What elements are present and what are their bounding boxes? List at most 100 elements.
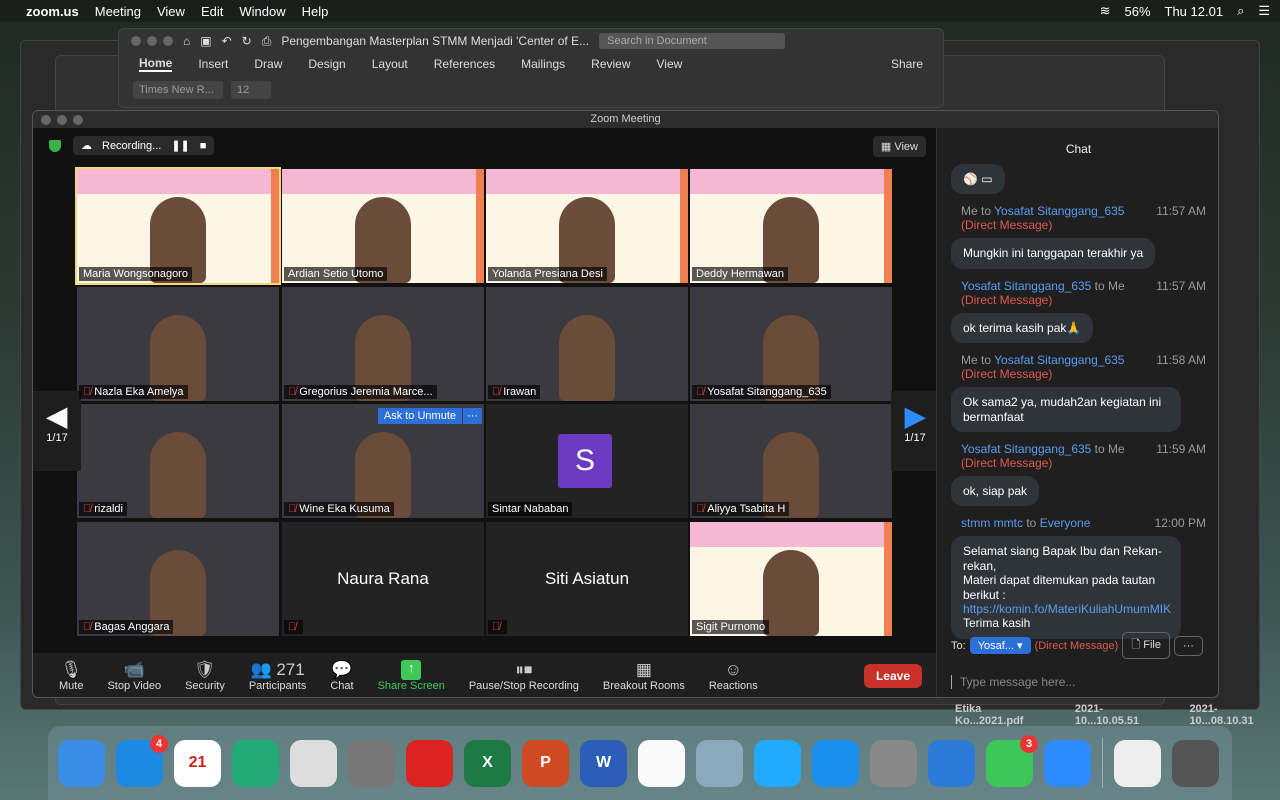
dock-photos-icon[interactable]	[638, 739, 685, 787]
desktop-file[interactable]: 2021-10...10.05.51	[1075, 703, 1166, 727]
pause-stop-recording-icon: ⏸⏹	[515, 660, 533, 679]
recipient-dropdown[interactable]: Yosaf... ▾	[969, 637, 1031, 654]
menu-edit[interactable]: Edit	[201, 4, 223, 19]
window-controls[interactable]	[41, 115, 83, 125]
chat-message: Me to Yosafat Sitanggang_635 11:58 AM (Dir…	[937, 353, 1218, 432]
leave-button[interactable]: Leave	[863, 664, 922, 688]
dock-app-store-icon[interactable]: 4	[116, 734, 168, 787]
dock-safari-icon[interactable]	[812, 739, 859, 787]
reactions-button[interactable]: ☺ Reactions	[697, 660, 770, 692]
participant-tile[interactable]: Maria Wongsonagoro	[75, 167, 281, 285]
search-document-input[interactable]: Search in Document	[599, 33, 786, 49]
participant-tile[interactable]: 🎙̸ Gregorius Jeremia Marce...	[282, 287, 484, 401]
dock-document-icon[interactable]	[1114, 739, 1161, 787]
participant-tile[interactable]: 🎙̸ Bagas Anggara	[77, 522, 279, 636]
view-button[interactable]: ▦ View	[872, 136, 926, 157]
mic-muted-icon: 🎙̸	[288, 621, 297, 633]
dock-quicktime-icon[interactable]	[754, 739, 801, 787]
dock-launchpad-icon[interactable]	[348, 739, 395, 787]
tile-more-button[interactable]: ···	[463, 408, 482, 424]
participant-tile[interactable]: S Sintar Nababan	[486, 404, 688, 518]
participant-tile[interactable]: Yolanda Presiana Desi	[486, 169, 688, 283]
dock-finder-icon[interactable]	[58, 739, 105, 787]
next-page-button[interactable]: ▶ 1/17	[891, 391, 939, 471]
pause-stop-recording-button[interactable]: ⏸⏹ Pause/Stop Recording	[457, 660, 591, 692]
dock-whatsapp-icon[interactable]: 3	[986, 734, 1038, 787]
home-icon[interactable]: ⌂	[183, 34, 190, 48]
desktop-file[interactable]: 2021-10...08.10.31	[1189, 703, 1280, 727]
tab-review[interactable]: Review	[591, 57, 630, 71]
dock-excel-icon[interactable]: X	[464, 739, 511, 787]
pause-recording-icon[interactable]: ❚❚	[171, 139, 189, 152]
tab-insert[interactable]: Insert	[198, 57, 228, 71]
tab-design[interactable]: Design	[308, 57, 345, 71]
dock-safari-alt-icon[interactable]	[232, 739, 279, 787]
dock-trash-icon[interactable]	[1172, 739, 1219, 787]
tab-layout[interactable]: Layout	[372, 57, 408, 71]
security-label: Security	[185, 680, 225, 692]
mute-button[interactable]: 🎙 Mute	[47, 660, 95, 692]
tab-mailings[interactable]: Mailings	[521, 57, 565, 71]
menu-view[interactable]: View	[157, 4, 185, 19]
participant-name-text: Gregorius Jeremia Marce...	[299, 386, 433, 398]
breakout-rooms-button[interactable]: ▦ Breakout Rooms	[591, 660, 697, 692]
participant-tile[interactable]: Sigit Purnomo	[690, 522, 892, 636]
tab-view[interactable]: View	[657, 57, 683, 71]
chat-button[interactable]: 💬 Chat	[318, 660, 365, 692]
dock-system-preferences-icon[interactable]	[870, 739, 917, 787]
dock-word-icon[interactable]: W	[580, 739, 627, 787]
file-button[interactable]: 🗋 File	[1122, 632, 1170, 659]
dock-mendeley-icon[interactable]	[406, 739, 453, 787]
ask-to-unmute-button[interactable]: Ask to Unmute	[377, 408, 462, 424]
desktop-file[interactable]: Etika Ko...2021.pdf	[955, 703, 1051, 727]
tab-draw[interactable]: Draw	[254, 57, 282, 71]
participant-tile[interactable]: 🎙̸ Irawan	[486, 287, 688, 401]
encryption-shield-icon[interactable]	[49, 140, 61, 152]
dock-app-icon[interactable]	[928, 739, 975, 787]
participant-tile[interactable]: 🎙̸ Nazla Eka Amelya	[77, 287, 279, 401]
dock-zoom-icon[interactable]	[1044, 739, 1091, 787]
menu-meeting[interactable]: Meeting	[95, 4, 141, 19]
font-select[interactable]: Times New R...	[133, 81, 223, 99]
chat-link[interactable]: https://komin.fo/MateriKuliahUmumMIK	[963, 602, 1171, 616]
participant-tile[interactable]: Siti Asiatun 🎙̸	[486, 522, 688, 636]
mic-muted-icon: 🎙̸	[492, 621, 501, 633]
tab-references[interactable]: References	[434, 57, 495, 71]
participant-tile[interactable]: 🎙̸ rizaldi	[77, 404, 279, 518]
previous-page-button[interactable]: ◀ 1/17	[33, 391, 81, 471]
save-icon[interactable]: ▣	[200, 34, 211, 48]
redo-icon[interactable]: ↻	[242, 34, 252, 48]
chat-message-input[interactable]: Type message here...	[951, 675, 1075, 689]
participants-button[interactable]: 👥 271 Participants	[237, 660, 318, 692]
security-button[interactable]: 🛡 Security	[173, 660, 237, 692]
dock-chrome-icon[interactable]	[290, 739, 337, 787]
participant-tile[interactable]: Naura Rana 🎙̸	[282, 522, 484, 636]
stop-recording-icon[interactable]: ■	[200, 140, 207, 152]
undo-icon[interactable]: ↶	[222, 34, 232, 48]
participant-tile[interactable]: Ardian Setio Utomo	[282, 169, 484, 283]
print-icon[interactable]: ⎙	[262, 34, 272, 49]
share-button[interactable]: Share	[891, 57, 923, 71]
tab-home[interactable]: Home	[139, 56, 173, 72]
menu-window[interactable]: Window	[239, 4, 285, 19]
dock-calendar-icon[interactable]: 21	[174, 739, 221, 787]
participant-tile[interactable]: Deddy Hermawan	[690, 169, 892, 283]
clock[interactable]: Thu 12.01	[1165, 4, 1224, 19]
share-screen-button[interactable]: ↑ Share Screen	[366, 660, 457, 692]
spotlight-icon[interactable]: ⌕	[1237, 3, 1244, 19]
control-center-icon[interactable]: ☰	[1258, 3, 1270, 19]
participant-name-text: Bagas Anggara	[94, 621, 170, 633]
stop-video-button[interactable]: 📹 Stop Video	[95, 660, 173, 692]
more-button[interactable]: ···	[1173, 635, 1203, 656]
participant-tile[interactable]: 🎙̸ Aliyya Tsabita H	[690, 404, 892, 518]
wifi-icon[interactable]: ≋	[1100, 3, 1111, 19]
menu-app[interactable]: zoom.us	[26, 4, 79, 19]
dock-powerpoint-icon[interactable]: P	[522, 739, 569, 787]
battery-percent[interactable]: 56%	[1124, 4, 1150, 19]
font-size-select[interactable]: 12	[231, 81, 271, 99]
participant-name: 🎙̸ Nazla Eka Amelya	[79, 385, 188, 399]
participant-tile[interactable]: 🎙̸ Yosafat Sitanggang_635	[690, 287, 892, 401]
dock-preview-icon[interactable]	[696, 739, 743, 787]
participant-tile[interactable]: Ask to Unmute ··· 🎙̸ Wine Eka Kusuma	[282, 404, 484, 518]
menu-help[interactable]: Help	[302, 4, 329, 19]
